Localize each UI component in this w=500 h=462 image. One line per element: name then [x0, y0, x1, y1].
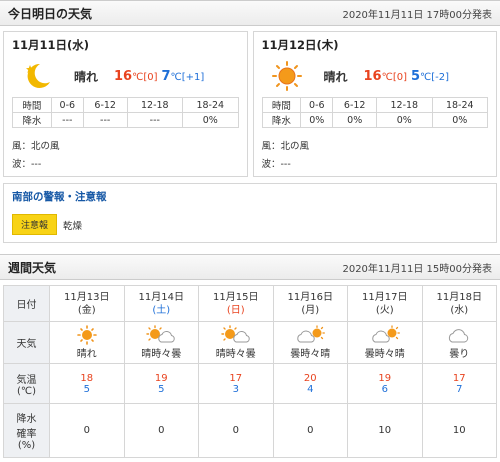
weather-text: 晴れ [323, 69, 348, 84]
advisory-badge: 注意報 [12, 214, 58, 235]
weekly-temp-cell: 20 4 [272, 363, 348, 404]
low-temp: 7℃[+1] [161, 68, 205, 84]
precip-header-row: 時間 0-6 6-12 12-18 18-24 [12, 97, 239, 113]
moon-icon [26, 63, 50, 88]
day-panel-tomorrow: 11月12日(木) 晴れ 16℃[0] 5℃[-2] 時間 0-6 6-12 1… [252, 31, 497, 177]
weekly-date-cell: 11月14日 (土) [123, 285, 199, 322]
advisory-text: 乾燥 [63, 220, 83, 232]
weekly-date-row: 日付 11月13日 (金) 11月14日 (土) 11月15日 (日) 11月16日(… [3, 285, 497, 322]
weekly-rain-row: 降水 確率 (%) 0 0 0 0 10 10 [3, 403, 497, 458]
cloud-sun-icon [372, 325, 400, 343]
precip-header-row: 時間 0-6 6-12 12-18 18-24 [261, 97, 489, 113]
warning-row: 注意報 乾燥 [12, 214, 488, 235]
weekly-rain-cell: 10 [347, 403, 423, 458]
weekly-date-cell: 11月13日 (金) [49, 285, 125, 322]
precip-table: 時間 0-6 6-12 12-18 18-24 降水 0% 0% 0% 0% [261, 97, 489, 128]
weather-text: 晴れ [74, 69, 99, 84]
weekly-section-title: 週間天気 [8, 260, 57, 275]
wind-info: 風：北の風 [261, 141, 310, 152]
weekly-temp-cell: 19 6 [347, 363, 423, 404]
high-temp: 16℃[0] [114, 68, 158, 84]
wave-info: 波：--- [261, 159, 291, 170]
row-label-rain: 降水 確率 (%) [3, 403, 50, 458]
weekly-rain-cell: 0 [272, 403, 348, 458]
weekly-weather-cell: 曇時々晴 [347, 321, 423, 364]
wind-info: 風：北の風 [12, 141, 60, 152]
weather-summary: 晴れ 16℃[0] 7℃[+1] [12, 59, 239, 93]
sun-icon [271, 61, 302, 91]
weekly-rain-cell: 10 [421, 403, 497, 458]
sun-cloud-icon [221, 325, 250, 343]
weekly-section-header: 週間天気 2020年11月11日 15時00分発表 [0, 254, 500, 280]
weekly-temp-cell: 17 7 [421, 363, 497, 404]
weekly-issued-time: 2020年11月11日 15時00分発表 [342, 263, 492, 275]
sun-icon [76, 325, 97, 345]
today-issued-time: 2020年11月11日 17時00分発表 [342, 9, 492, 21]
day-date: 11月12日(木) [261, 38, 339, 52]
weekly-rain-cell: 0 [123, 403, 199, 458]
cloud-sun-icon [297, 325, 326, 343]
weekly-date-cell: 11月15日 (日) [198, 285, 274, 322]
low-temp: 5℃[-2] [411, 68, 450, 84]
weekly-weather-cell: 曇時々晴 [272, 321, 348, 364]
weekly-table: 日付 11月13日 (金) 11月14日 (土) 11月15日 (日) 11月16日(… [3, 285, 497, 458]
weekly-weather-row: 天気 晴れ 晴時々曇 晴時々曇 曇時々晴 曇時々晴 曇り [3, 321, 497, 364]
row-label-date: 日付 [3, 285, 50, 322]
weekly-temp-cell: 19 5 [123, 363, 199, 404]
precip-table: 時間 0-6 6-12 12-18 18-24 降水 --- --- --- 0… [12, 97, 239, 128]
day-panel-today: 11月11日(水) 晴れ 16℃[0] 7℃[+1] 時間 0-6 6-12 1… [3, 31, 248, 177]
row-label-temp: 気温 (℃) [3, 363, 50, 404]
weekly-temp-cell: 17 3 [198, 363, 274, 404]
cloud-icon [449, 329, 469, 343]
today-tomorrow-panels: 11月11日(水) 晴れ 16℃[0] 7℃[+1] 時間 0-6 6-12 1… [0, 26, 500, 177]
today-section-header: 今日明日の天気 2020年11月11日 17時00分発表 [0, 0, 500, 26]
weekly-date-cell: 11月17日 (火) [347, 285, 423, 322]
weekly-weather-cell: 晴れ [49, 321, 125, 364]
weekly-rain-cell: 0 [49, 403, 125, 458]
high-temp: 16℃[0] [363, 68, 408, 84]
row-label-weather: 天気 [3, 321, 50, 364]
weekly-temp-row: 気温 (℃) 18 5 19 5 17 3 20 4 19 6 17 7 [3, 363, 497, 404]
day-date: 11月11日(水) [12, 38, 90, 52]
weekly-weather-cell: 晴時々曇 [198, 321, 274, 364]
weather-summary: 晴れ 16℃[0] 5℃[-2] [262, 59, 489, 93]
warnings-title[interactable]: 南部の警報・注意報 [12, 189, 488, 204]
weekly-date-cell: 11月16日 (月) [272, 285, 348, 322]
weekly-date-cell: 11月18日 (水) [421, 285, 497, 322]
weekly-rain-cell: 0 [198, 403, 274, 458]
sun-cloud-icon [146, 325, 175, 343]
precip-value-row: 降水 0% 0% 0% 0% [261, 112, 489, 128]
weekly-weather-cell: 曇り [421, 321, 497, 364]
weekly-temp-cell: 18 5 [49, 363, 125, 404]
wave-info: 波：--- [12, 159, 42, 170]
precip-value-row: 降水 --- --- --- 0% [12, 112, 239, 128]
weekly-weather-cell: 晴時々曇 [123, 321, 199, 364]
warnings-box: 南部の警報・注意報 注意報 乾燥 [3, 183, 497, 243]
today-section-title: 今日明日の天気 [8, 6, 93, 21]
